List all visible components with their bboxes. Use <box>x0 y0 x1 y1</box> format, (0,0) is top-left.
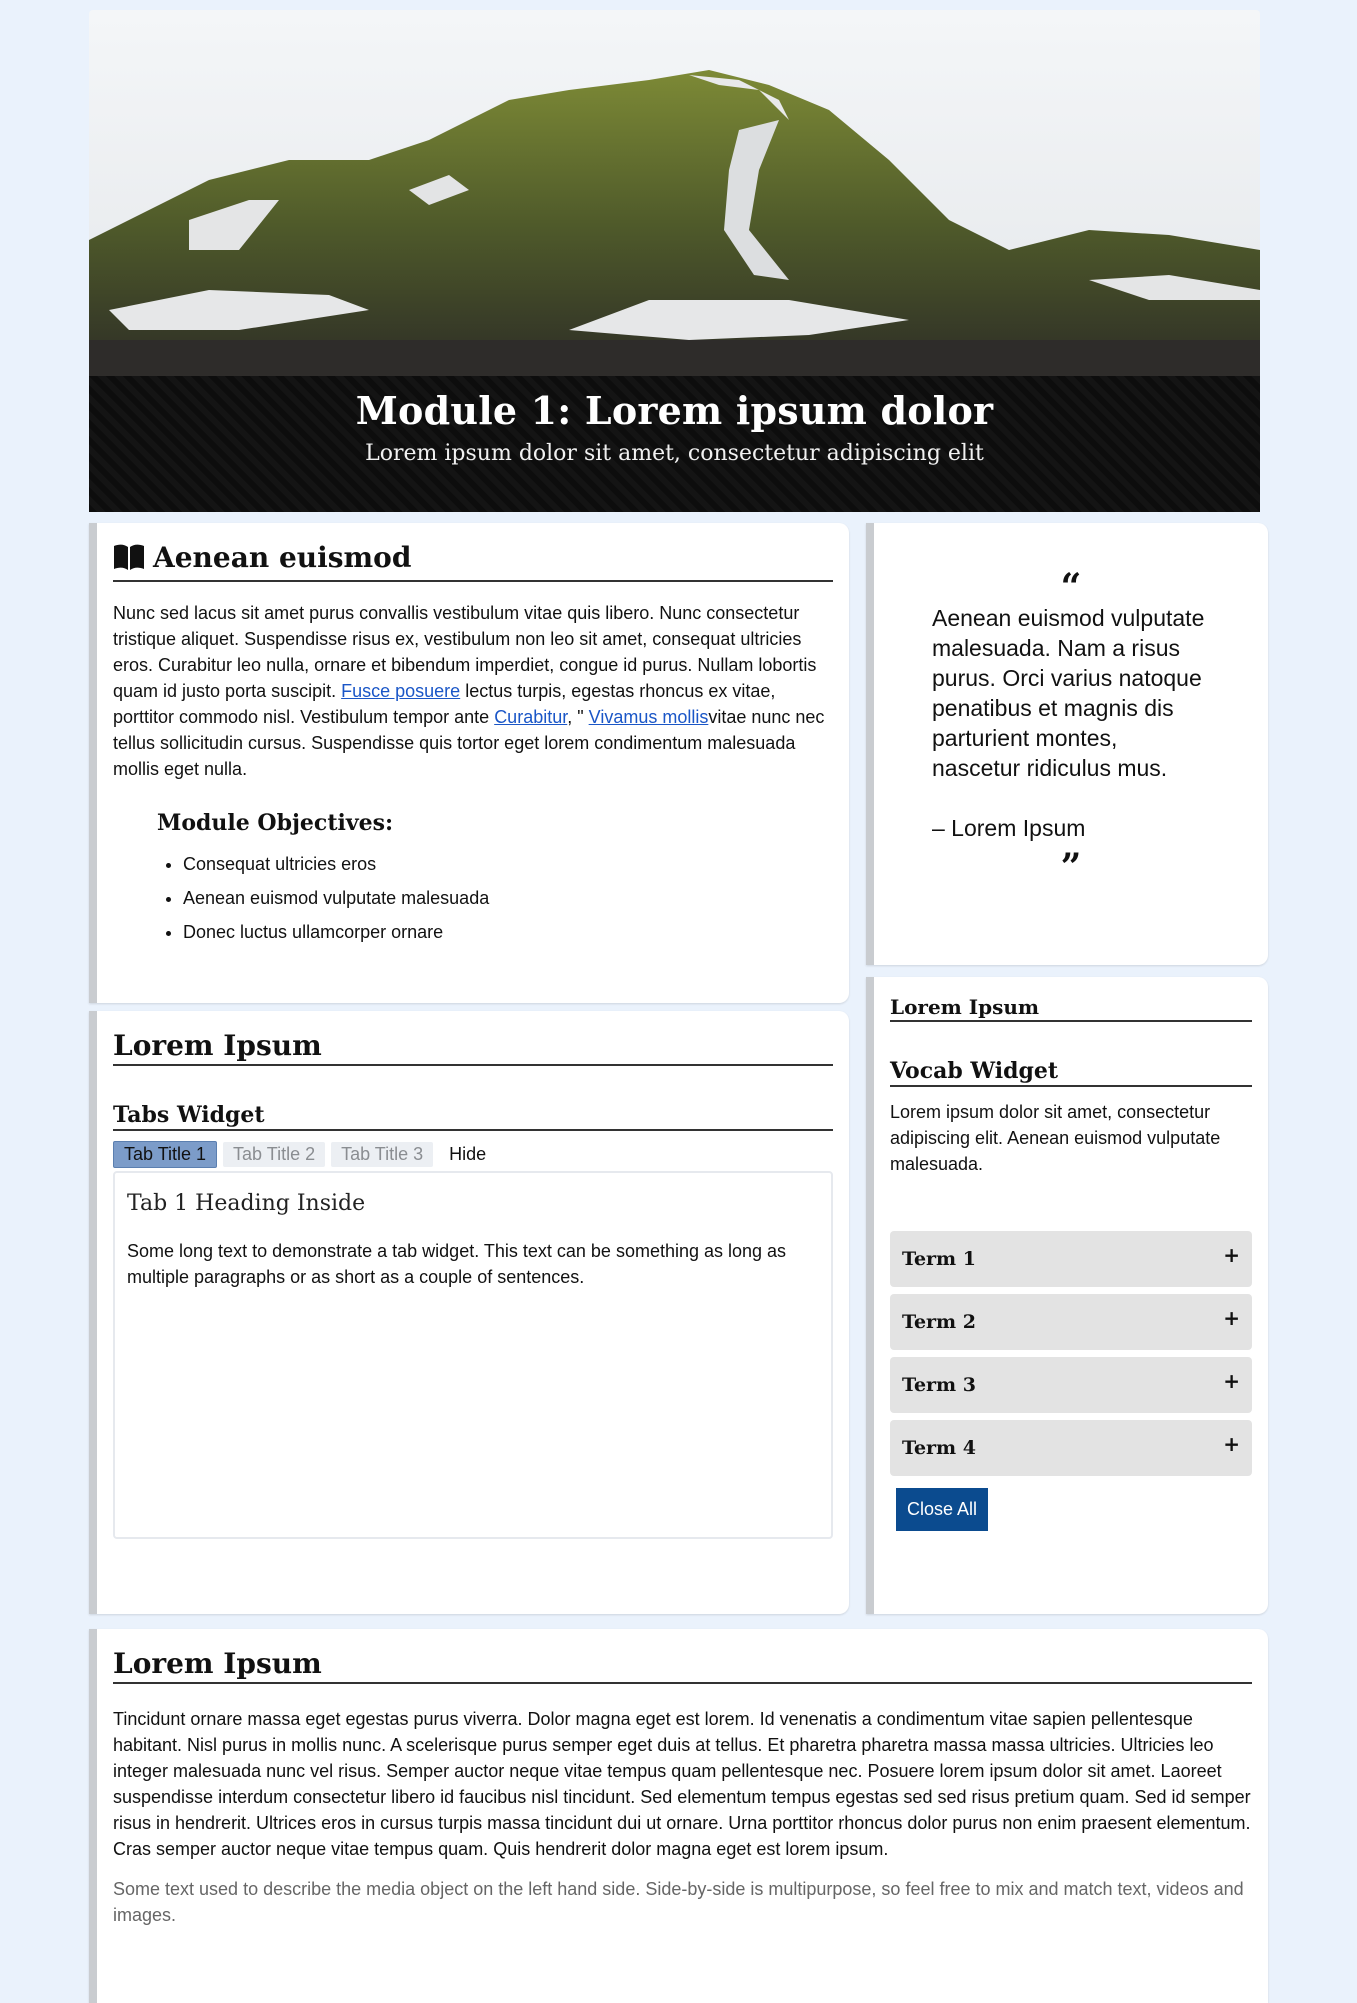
plus-icon[interactable]: + <box>1223 1369 1240 1393</box>
intro-heading-text: Aenean euismod <box>153 541 412 574</box>
vocab-accordion: Term 1 + Term 2 + Term 3 + Term 4 + Close Al… <box>890 1231 1252 1531</box>
quote-author: – Lorem Ipsum <box>932 815 1086 841</box>
term-label: Term 4 <box>902 1437 976 1459</box>
media-caption: Some text used to describe the media obj… <box>113 1879 1244 1925</box>
term-item[interactable]: Term 1 + <box>890 1231 1252 1287</box>
vocab-widget-title: Vocab Widget <box>890 1058 1252 1087</box>
term-label: Term 1 <box>902 1248 976 1270</box>
tabs-widget-title: Tabs Widget <box>113 1102 833 1131</box>
intro-paragraph: Nunc sed lacus sit amet purus convallis … <box>113 600 833 782</box>
tab-panel-heading: Tab 1 Heading Inside <box>127 1191 366 1216</box>
vocab-card: Lorem Ipsum Vocab Widget Lorem ipsum dol… <box>866 977 1268 1614</box>
intro-heading: Aenean euismod <box>113 541 833 582</box>
term-label: Term 3 <box>902 1374 976 1396</box>
objectives-title: Module Objectives: <box>157 810 394 836</box>
plus-icon[interactable]: + <box>1223 1306 1240 1330</box>
bottom-card: Lorem Ipsum Tincidunt ornare massa eget … <box>89 1629 1268 2003</box>
tab-title-3[interactable]: Tab Title 3 <box>331 1142 434 1167</box>
quote-card: “ Aenean euismod vulputate malesuada. Na… <box>866 523 1268 965</box>
link-vivamus-mollis[interactable]: Vivamus mollis <box>589 707 709 727</box>
objective-item: Aenean euismod vulputate malesuada <box>183 888 833 909</box>
term-item[interactable]: Term 3 + <box>890 1357 1252 1413</box>
tabs-card-heading: Lorem Ipsum <box>113 1029 833 1066</box>
objective-item: Consequat ultricies eros <box>183 854 833 875</box>
bottom-heading: Lorem Ipsum <box>113 1647 1252 1684</box>
vocab-description: Lorem ipsum dolor sit amet, consectetur … <box>890 1102 1221 1174</box>
term-item[interactable]: Term 4 + <box>890 1420 1252 1476</box>
quote-text: Aenean euismod vulputate malesuada. Nam … <box>932 605 1205 781</box>
tab-bar: Tab Title 1 Tab Title 2 Tab Title 3 Hide <box>113 1141 833 1168</box>
tab-panel: Tab 1 Heading Inside Some long text to d… <box>113 1171 833 1539</box>
plus-icon[interactable]: + <box>1223 1432 1240 1456</box>
link-fusce-posuere[interactable]: Fusce posuere <box>341 681 460 701</box>
quote-close-icon: ” <box>1060 846 1082 888</box>
objective-item: Donec luctus ullamcorper ornare <box>183 922 833 943</box>
tab-title-1[interactable]: Tab Title 1 <box>113 1141 218 1168</box>
plus-icon[interactable]: + <box>1223 1243 1240 1267</box>
intro-text-3: , " <box>567 707 589 727</box>
close-all-button[interactable]: Close All <box>896 1488 989 1531</box>
tab-title-2[interactable]: Tab Title 2 <box>223 1142 326 1167</box>
module-banner: Module 1: Lorem ipsum dolor Lorem ipsum … <box>89 10 1260 512</box>
vocab-card-heading: Lorem Ipsum <box>890 995 1252 1022</box>
objectives-list: Consequat ultricies eros Aenean euismod … <box>157 854 833 943</box>
tab-panel-text: Some long text to demonstrate a tab widg… <box>127 1241 787 1287</box>
term-item[interactable]: Term 2 + <box>890 1294 1252 1350</box>
page: Module 1: Lorem ipsum dolor Lorem ipsum … <box>89 10 1268 2003</box>
hide-tabs-button[interactable]: Hide <box>439 1142 496 1167</box>
book-open-icon <box>113 543 145 578</box>
tabs-card: Lorem Ipsum Tabs Widget Tab Title 1 Tab … <box>89 1011 849 1614</box>
quote-open-icon: “ <box>1060 566 1082 608</box>
module-title: Module 1: Lorem ipsum dolor <box>355 388 994 433</box>
banner-title-band: Module 1: Lorem ipsum dolor Lorem ipsum … <box>89 376 1260 512</box>
term-label: Term 2 <box>902 1311 976 1333</box>
bottom-paragraph: Tincidunt ornare massa eget egestas puru… <box>113 1709 1251 1859</box>
intro-card: Aenean euismod Nunc sed lacus sit amet p… <box>89 523 849 1003</box>
module-subtitle: Lorem ipsum dolor sit amet, consectetur … <box>365 441 984 466</box>
link-curabitur[interactable]: Curabitur <box>494 707 567 727</box>
